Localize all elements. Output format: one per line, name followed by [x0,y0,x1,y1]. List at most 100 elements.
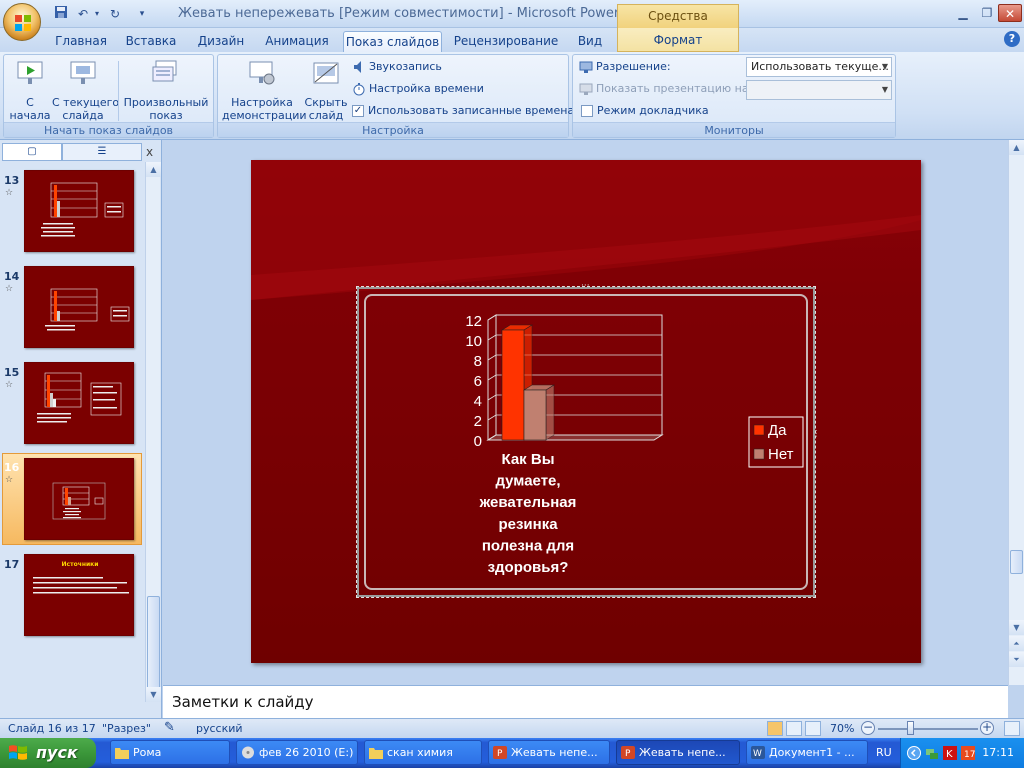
slide-scrollbar[interactable]: ▲ ▼ ⏶ ⏷ [1008,140,1024,685]
tab-animation[interactable]: Анимация [261,31,333,52]
tab-design[interactable]: Дизайн [193,31,249,52]
zoom-level[interactable]: 70% [830,722,854,735]
scrollbar-thumb[interactable] [147,596,160,694]
show-on-label: Показать презентацию на: [596,82,753,95]
use-timings-checkbox[interactable]: ✓ Использовать записанные времена [352,102,574,120]
slide-canvas[interactable]: ··· ··· ··· ··· 0 2 4 6 8 10 12 Как Вы думаете,… [251,160,921,663]
fit-to-window-icon[interactable] [1004,721,1020,736]
close-button[interactable]: ✕ [998,4,1022,22]
taskbar-item-powerpoint-1[interactable]: P Жевать непе... [488,740,610,765]
network-icon[interactable] [925,746,939,760]
custom-show-button[interactable]: Произвольный показ [122,59,210,122]
chart-object[interactable]: ··· ··· ··· ··· 0 2 4 6 8 10 12 Как Вы думаете,… [352,282,820,603]
tray-arrow-icon[interactable] [907,746,921,760]
mini-chart-icon [37,372,122,423]
scroll-up-icon[interactable]: ▲ [146,162,161,177]
tab-view[interactable]: Вид [572,31,608,52]
svg-text:P: P [497,749,503,759]
redo-icon[interactable]: ↻ [106,5,124,23]
tab-format[interactable]: Формат [617,28,739,52]
ribbon: С начала С текущего слайда Произвольный … [0,52,1024,140]
slide-sorter-icon[interactable] [786,721,802,736]
slides-pane-scrollbar[interactable]: ▲ ▼ [145,162,161,702]
show-on-select[interactable]: ▼ [746,80,892,100]
resize-handle-bottom[interactable]: ··· [581,594,590,603]
system-tray: K 17 17:11 [900,738,1024,768]
tab-insert[interactable]: Вставка [122,31,180,52]
hide-slide-icon [313,62,339,84]
customize-qat-icon[interactable]: ▾ [136,5,148,23]
animation-star-icon: ☆ [5,188,14,198]
next-slide-icon[interactable]: ⏷ [1009,652,1024,667]
from-current-slide-button[interactable]: С текущего слайда [52,59,119,122]
slide-show-view-icon[interactable] [805,721,821,736]
presenter-view-check-icon[interactable] [581,105,593,117]
resolution-select[interactable]: Использовать текуще... ▼ [746,57,892,77]
taskbar-item-powerpoint-2[interactable]: P Жевать непе... [616,740,740,765]
slide-number: 14 [4,270,20,283]
tab-review[interactable]: Рецензирование [452,31,560,52]
group-monitors: Разрешение: Использовать текуще... ▼ Пока… [572,54,896,138]
scroll-up-icon[interactable]: ▲ [1009,140,1024,155]
normal-view-icon[interactable] [767,721,783,736]
slide-thumbnail-17[interactable]: Источники [24,554,134,636]
previous-slide-icon[interactable]: ⏶ [1009,636,1024,651]
spell-check-icon[interactable]: ✎ [164,720,175,735]
svg-text:W: W [753,749,762,759]
slide-editing-area: ··· ··· ··· ··· 0 2 4 6 8 10 12 Как Вы думаете,… [163,140,1024,685]
notes-pane[interactable]: Заметки к слайду [163,685,1008,718]
minimize-button[interactable]: ▁ [950,4,976,22]
slide-thumbnail-13[interactable] [24,170,134,252]
setup-show-button[interactable]: Настройка демонстрации [222,59,307,122]
hide-slide-label: Скрыть слайд [304,96,348,122]
start-button[interactable]: пуск [0,738,96,768]
resize-handle-top[interactable]: ··· [581,282,590,291]
restore-button[interactable]: ❐ [974,4,1000,22]
start-label: пуск [36,743,78,762]
language-indicator[interactable]: русский [196,722,243,735]
chevron-down-icon: ▼ [881,62,888,71]
resize-handle-right[interactable]: ··· [810,429,820,438]
scroll-down-icon[interactable]: ▼ [146,687,161,702]
slide-thumbnail-16[interactable] [24,458,134,540]
zoom-out-icon[interactable]: − [861,721,875,735]
keyboard-language[interactable]: RU [876,746,892,759]
undo-icon[interactable]: ↶ [74,5,92,23]
slide-thumbnail-15[interactable] [24,362,134,444]
resize-handle-left[interactable]: ··· [352,429,362,438]
zoom-slider-track[interactable] [878,728,978,730]
scroll-down-icon[interactable]: ▼ [1009,620,1024,635]
from-beginning-button[interactable]: С начала [8,59,52,122]
zoom-slider-thumb[interactable] [907,721,914,735]
office-button[interactable] [3,3,41,41]
app-tray-icon[interactable]: 17 [961,746,975,760]
resolution-value: Использовать текуще... [751,60,889,73]
scrollbar-thumb[interactable] [1010,550,1023,574]
tab-slide-show[interactable]: Показ слайдов [343,31,442,52]
antivirus-icon[interactable]: K [943,746,957,760]
legend-swatch [753,424,765,436]
use-timings-check-icon[interactable]: ✓ [352,105,364,117]
slides-tab[interactable]: ▢ [2,143,62,161]
rehearse-timings-button[interactable]: Настройка времени [352,80,484,98]
record-narration-button[interactable]: Звукозапись [352,58,442,76]
tab-home[interactable]: Главная [52,31,110,52]
taskbar-item-drive[interactable]: фев 26 2010 (E:) [236,740,358,765]
taskbar-item-word[interactable]: W Документ1 - ... [746,740,868,765]
y-tick-label: 4 [474,393,482,410]
undo-dropdown-icon[interactable]: ▾ [92,5,102,23]
hide-slide-button[interactable]: Скрыть слайд [304,59,348,122]
slideshow-current-icon [70,61,96,84]
taskbar-item-folder-roma[interactable]: Рома [110,740,230,765]
presenter-view-checkbox[interactable]: Режим докладчика [581,102,709,120]
outline-tab[interactable]: ☰ [62,143,142,161]
slide-thumbnail-14[interactable] [24,266,134,348]
help-icon[interactable]: ? [1004,31,1020,47]
taskbar-item-folder-scan[interactable]: скан химия [364,740,482,765]
save-icon[interactable] [52,5,70,23]
pane-close-icon[interactable]: x [146,145,153,159]
zoom-in-icon[interactable]: + [980,721,994,735]
animation-star-icon: ☆ [5,380,14,390]
notes-placeholder: Заметки к слайду [172,693,314,711]
bar-side [545,384,555,441]
